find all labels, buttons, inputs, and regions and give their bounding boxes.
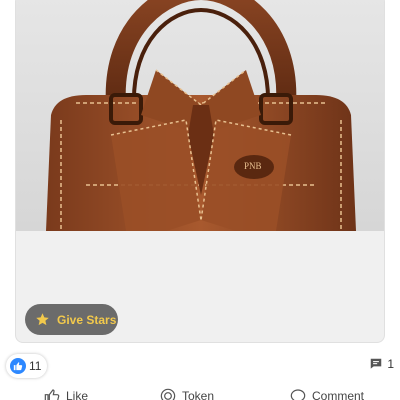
like-button[interactable]: Like [44, 388, 88, 400]
comment-count: 1 [387, 357, 394, 371]
comment-icon [371, 358, 382, 369]
thumbs-up-icon [44, 389, 60, 400]
reactions-summary[interactable]: 11 [6, 354, 48, 378]
token-label: Token [182, 389, 215, 400]
comments-summary[interactable]: 1 [369, 357, 394, 371]
post-action-bar: Like Token Comment [0, 388, 400, 400]
emblem-text: PNB [244, 161, 262, 171]
post-screen: PNB Give Stars 11 1 Like Token Comment [0, 0, 400, 400]
like-label: Like [66, 389, 89, 400]
post-card: PNB Give Stars [15, 0, 385, 343]
star-icon [36, 313, 49, 326]
comment-label: Comment [312, 389, 365, 400]
leather-bag-illustration [46, 0, 356, 231]
reaction-count: 11 [29, 359, 42, 373]
comment-button[interactable]: Comment [290, 388, 364, 400]
post-image[interactable]: PNB [16, 0, 384, 231]
comment-bubble-icon [290, 389, 306, 400]
token-button[interactable]: Token [160, 388, 214, 400]
token-icon [160, 388, 176, 400]
give-stars-button[interactable]: Give Stars [25, 304, 118, 335]
give-stars-label: Give Stars [57, 312, 117, 327]
like-icon [10, 358, 26, 374]
